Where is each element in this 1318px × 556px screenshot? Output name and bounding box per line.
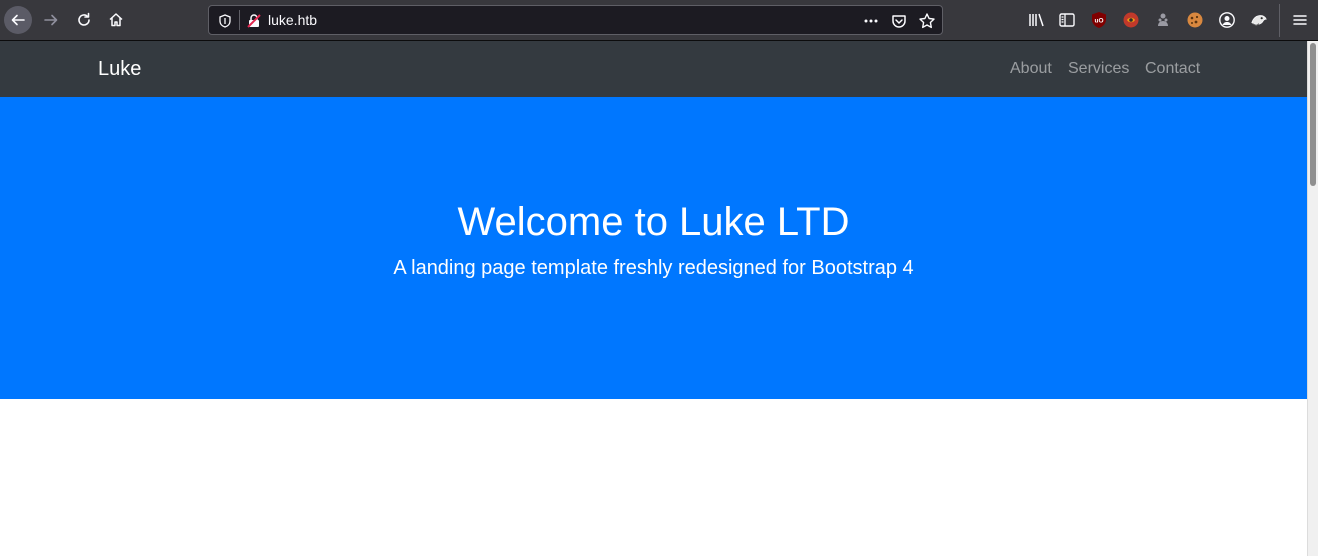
browser-toolbar: luke.htb uO xyxy=(0,0,1318,41)
tracking-shield-icon[interactable] xyxy=(217,13,233,29)
sidebar-icon[interactable] xyxy=(1058,11,1076,29)
bookmark-star-icon[interactable] xyxy=(918,12,936,30)
ublock-badge: uO xyxy=(1094,18,1103,25)
page-viewport: Luke About Services Contact Welcome to L… xyxy=(0,41,1307,556)
hero-subtitle: A landing page template freshly redesign… xyxy=(393,257,914,279)
back-icon xyxy=(10,12,26,28)
hero-section: Welcome to Luke LTD A landing page templ… xyxy=(0,97,1307,399)
extension-icon[interactable] xyxy=(1250,11,1268,29)
scrollbar[interactable] xyxy=(1307,41,1318,556)
hamburger-menu-icon[interactable] xyxy=(1291,11,1309,29)
insecure-lock-icon[interactable] xyxy=(246,13,262,29)
nav-link-about[interactable]: About xyxy=(1010,59,1052,79)
nav-link-contact[interactable]: Contact xyxy=(1145,59,1200,79)
forward-icon xyxy=(43,12,59,28)
brand-link[interactable]: Luke xyxy=(98,57,141,81)
reload-button[interactable] xyxy=(70,6,98,34)
back-button[interactable] xyxy=(4,6,32,34)
scrollbar-thumb[interactable] xyxy=(1310,43,1316,186)
reload-icon xyxy=(76,12,92,28)
extension-icon[interactable] xyxy=(1154,11,1172,29)
account-icon[interactable] xyxy=(1218,11,1236,29)
more-dots-icon[interactable] xyxy=(862,13,880,29)
nav-link-services[interactable]: Services xyxy=(1068,59,1129,79)
home-button[interactable] xyxy=(102,6,130,34)
home-icon xyxy=(108,12,124,28)
toolbar-separator xyxy=(1279,4,1280,37)
site-navbar: Luke About Services Contact xyxy=(0,41,1307,97)
extension-icon[interactable] xyxy=(1122,11,1140,29)
forward-button[interactable] xyxy=(37,6,65,34)
url-text[interactable]: luke.htb xyxy=(268,12,317,29)
url-separator xyxy=(239,10,240,30)
url-bar[interactable]: luke.htb xyxy=(208,5,943,35)
pocket-icon[interactable] xyxy=(890,12,908,30)
ublock-origin-icon[interactable]: uO xyxy=(1090,11,1108,29)
hero-title: Welcome to Luke LTD xyxy=(457,200,850,244)
library-icon[interactable] xyxy=(1027,11,1045,29)
cookie-icon[interactable] xyxy=(1186,11,1204,29)
